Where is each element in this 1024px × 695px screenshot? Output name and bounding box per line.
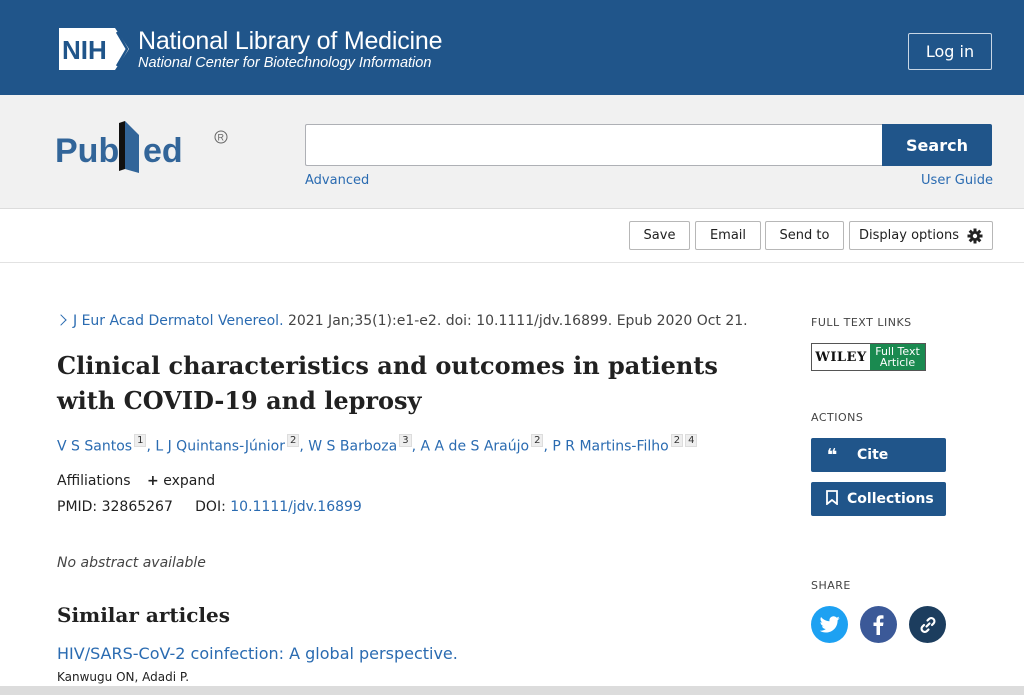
- similar-articles-heading: Similar articles: [57, 603, 230, 627]
- search-button[interactable]: Search: [882, 124, 992, 166]
- author-link[interactable]: V S Santos: [57, 439, 132, 455]
- author-link[interactable]: P R Martins-Filho: [552, 439, 668, 455]
- collections-button[interactable]: Collections: [811, 482, 946, 516]
- copy-link-share-button[interactable]: [909, 606, 946, 643]
- author-list: V S Santos 1, L J Quintans-Júnior 2, W S B…: [57, 434, 698, 455]
- cite-label: Cite: [857, 447, 889, 463]
- svg-text:ed: ed: [143, 132, 183, 170]
- svg-text:NIH: NIH: [62, 35, 107, 65]
- doi-label: DOI:: [195, 499, 226, 515]
- gear-icon: [967, 228, 983, 243]
- facebook-icon: [873, 614, 884, 635]
- wiley-logo: WILEY: [812, 344, 870, 370]
- horizontal-scrollbar[interactable]: [0, 686, 1024, 695]
- save-button[interactable]: Save: [629, 221, 690, 250]
- no-abstract-note: No abstract available: [57, 555, 206, 571]
- journal-link[interactable]: J Eur Acad Dermatol Venereol.: [73, 313, 284, 329]
- article-title: Clinical characteristics and outcomes in…: [57, 351, 718, 415]
- quote-icon: ❝: [826, 444, 838, 466]
- svg-text:Pub: Pub: [55, 132, 119, 170]
- doi-link[interactable]: 10.1111/jdv.16899: [230, 499, 362, 515]
- cite-button[interactable]: ❝ Cite: [811, 438, 946, 472]
- collections-label: Collections: [847, 491, 934, 507]
- author-link[interactable]: L J Quintans-Júnior: [155, 439, 285, 455]
- affiliations-toggle[interactable]: Affiliations + expand: [57, 473, 215, 489]
- author-link[interactable]: W S Barboza: [308, 439, 397, 455]
- display-options-button[interactable]: Display options: [849, 221, 993, 250]
- similar-article-authors: Kanwugu ON, Adadi P.: [57, 670, 190, 684]
- pmid-value: 32865267: [101, 499, 173, 515]
- similar-article-link[interactable]: HIV/SARS-CoV-2 coinfection: A global per…: [57, 644, 458, 663]
- plus-icon: +: [147, 473, 159, 489]
- twitter-icon: [819, 616, 840, 633]
- ncbi-subtitle[interactable]: National Center for Biotechnology Inform…: [138, 55, 431, 71]
- search-input[interactable]: [305, 124, 883, 166]
- affiliation-ref[interactable]: 4: [685, 434, 698, 447]
- expand-label: expand: [163, 473, 216, 489]
- full-text-links-heading: FULL TEXT LINKS: [811, 316, 912, 329]
- bookmark-icon: [817, 489, 847, 510]
- affiliation-ref[interactable]: 2: [670, 434, 684, 447]
- affiliations-label: Affiliations: [57, 473, 131, 489]
- pubmed-logo[interactable]: Pub ed R: [55, 117, 235, 181]
- wiley-full-text-link[interactable]: WILEY Full Text Article: [811, 343, 926, 371]
- user-guide-link[interactable]: User Guide: [921, 173, 993, 188]
- affiliation-ref[interactable]: 3: [399, 434, 412, 447]
- twitter-share-button[interactable]: [811, 606, 848, 643]
- citation-line: J Eur Acad Dermatol Venereol. 2021 Jan;3…: [55, 313, 748, 329]
- affiliation-ref[interactable]: 2: [531, 434, 544, 447]
- identifiers: PMID: 32865267 DOI: 10.1111/jdv.16899: [57, 499, 362, 515]
- login-button[interactable]: Log in: [908, 33, 992, 70]
- pmid-label: PMID:: [57, 499, 98, 515]
- advanced-search-link[interactable]: Advanced: [305, 173, 369, 188]
- facebook-share-button[interactable]: [860, 606, 897, 643]
- author-link[interactable]: A A de S Araújo: [421, 439, 530, 455]
- nlm-title[interactable]: National Library of Medicine: [138, 27, 442, 56]
- citation-details: 2021 Jan;35(1):e1-e2. doi: 10.1111/jdv.1…: [283, 313, 748, 329]
- link-icon: [920, 616, 935, 633]
- chevron-right-icon[interactable]: [55, 314, 67, 326]
- nih-logo-icon[interactable]: NIH: [57, 26, 131, 72]
- send-to-button[interactable]: Send to: [765, 221, 844, 250]
- actions-heading: ACTIONS: [811, 411, 864, 424]
- share-heading: SHARE: [811, 579, 851, 592]
- affiliation-ref[interactable]: 1: [134, 434, 147, 447]
- display-options-label: Display options: [859, 228, 959, 243]
- email-button[interactable]: Email: [695, 221, 761, 250]
- svg-text:R: R: [218, 133, 225, 143]
- article-line: Article: [879, 356, 916, 369]
- full-text-article-label: Full Text Article: [870, 344, 925, 370]
- affiliation-ref[interactable]: 2: [286, 434, 300, 447]
